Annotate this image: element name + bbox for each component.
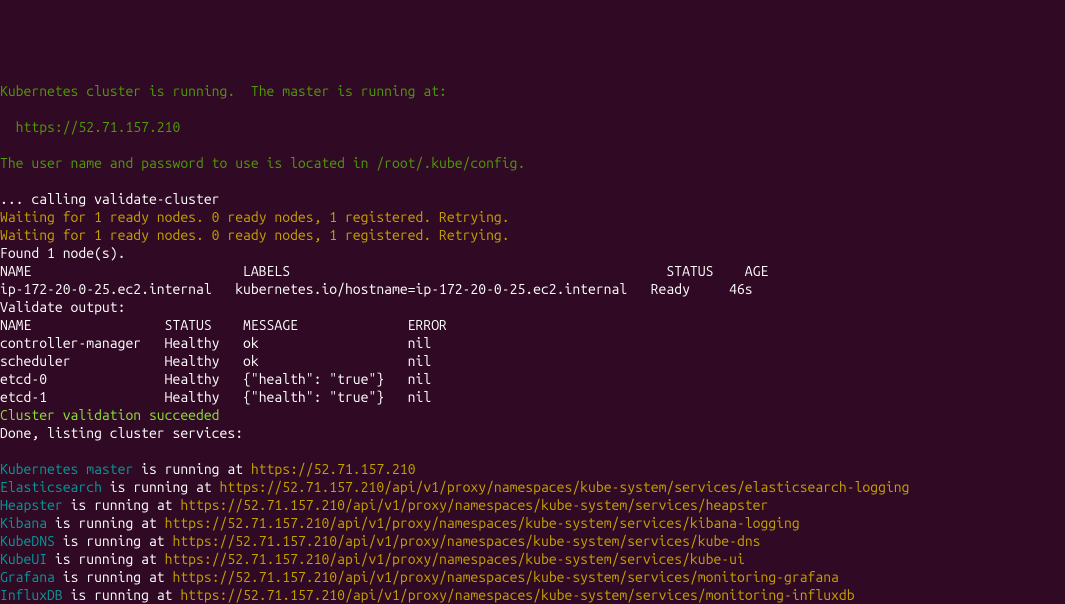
found-nodes: Found 1 node(s). [0,245,125,261]
running-at-text: is running at [133,461,251,477]
service-heapster-url: https://52.71.157.210/api/v1/proxy/names… [180,497,768,513]
running-at-text: is running at [63,587,181,603]
running-at-text: is running at [102,479,220,495]
service-heapster-label: Heapster [0,497,63,513]
validate-output-label: Validate output: [0,299,125,315]
service-kubedns-label: KubeDNS [0,533,55,549]
calling-validate: ... calling validate-cluster [0,191,220,207]
etcd0-row: etcd-0 Healthy {"health": "true"} nil [0,371,431,387]
validate-header: NAME STATUS MESSAGE ERROR [0,317,447,333]
service-influxdb-url: https://52.71.157.210/api/v1/proxy/names… [180,587,854,603]
service-kubedns-url: https://52.71.157.210/api/v1/proxy/names… [173,533,761,549]
service-grafana-label: Grafana [0,569,55,585]
running-at-text: is running at [63,497,181,513]
credentials-msg: The user name and password to use is loc… [0,155,525,171]
cluster-running-msg: Kubernetes cluster is running. The maste… [0,83,447,99]
service-kubeui-url: https://52.71.157.210/api/v1/proxy/names… [165,551,745,567]
running-at-text: is running at [47,515,165,531]
service-master-label: Kubernetes master [0,461,133,477]
scheduler-row: scheduler Healthy ok nil [0,353,431,369]
service-influxdb-label: InfluxDB [0,587,63,603]
nodes-header: NAME LABELS STATUS AGE [0,263,768,279]
service-es-url: https://52.71.157.210/api/v1/proxy/names… [220,479,910,495]
running-at-text: is running at [47,551,165,567]
service-kibana-url: https://52.71.157.210/api/v1/proxy/names… [165,515,800,531]
waiting-msg-1: Waiting for 1 ready nodes. 0 ready nodes… [0,209,510,225]
node-row: ip-172-20-0-25.ec2.internal kubernetes.i… [0,281,753,297]
master-url-line: https://52.71.157.210 [0,119,180,135]
controller-manager-row: controller-manager Healthy ok nil [0,335,431,351]
etcd1-row: etcd-1 Healthy {"health": "true"} nil [0,389,431,405]
waiting-msg-2: Waiting for 1 ready nodes. 0 ready nodes… [0,227,510,243]
service-grafana-url: https://52.71.157.210/api/v1/proxy/names… [173,569,839,585]
running-at-text: is running at [55,569,173,585]
service-kubeui-label: KubeUI [0,551,47,567]
service-master-url: https://52.71.157.210 [251,461,416,477]
service-es-label: Elasticsearch [0,479,102,495]
listing-services: Done, listing cluster services: [0,425,243,441]
running-at-text: is running at [55,533,173,549]
validation-succeeded: Cluster validation succeeded [0,407,220,423]
service-kibana-label: Kibana [0,515,47,531]
